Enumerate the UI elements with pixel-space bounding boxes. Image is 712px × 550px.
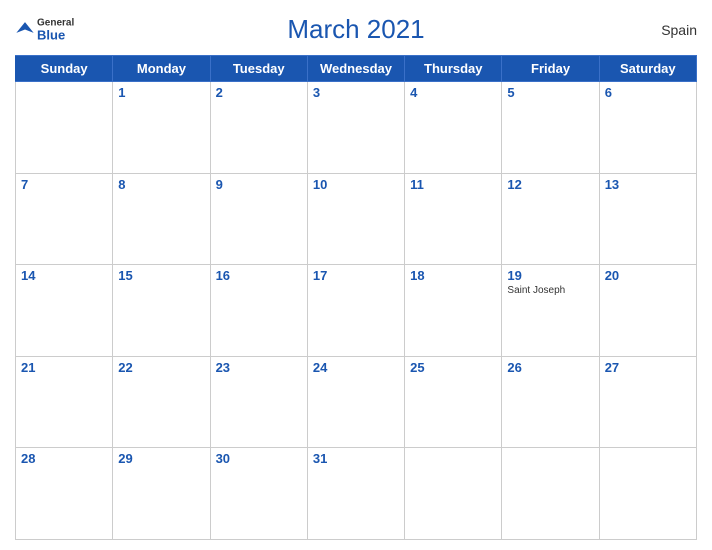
day-number: 27: [605, 360, 691, 375]
day-number: 8: [118, 177, 204, 192]
calendar-cell: 15: [113, 265, 210, 357]
logo-blue-text: Blue: [37, 28, 74, 41]
header: General Blue March 2021 Spain: [15, 10, 697, 49]
week-row-4: 21 22 23 24 25 26 27: [16, 356, 697, 448]
day-number: 21: [21, 360, 107, 375]
calendar-cell: 3: [307, 82, 404, 174]
calendar-cell: 31: [307, 448, 404, 540]
day-number: 6: [605, 85, 691, 100]
week-row-3: 14 15 16 17 18 19 Saint Joseph 20: [16, 265, 697, 357]
day-header-row: SundayMondayTuesdayWednesdayThursdayFrid…: [16, 56, 697, 82]
calendar-cell: 11: [405, 173, 502, 265]
day-header-wednesday: Wednesday: [307, 56, 404, 82]
calendar-cell: 6: [599, 82, 696, 174]
calendar-cell: 30: [210, 448, 307, 540]
calendar-cell: 29: [113, 448, 210, 540]
calendar-cell: 13: [599, 173, 696, 265]
week-row-5: 28 29 30 31: [16, 448, 697, 540]
calendar-cell: 10: [307, 173, 404, 265]
day-number: 15: [118, 268, 204, 283]
calendar-cell: 7: [16, 173, 113, 265]
calendar-cell: 19 Saint Joseph: [502, 265, 599, 357]
calendar-cell: 12: [502, 173, 599, 265]
calendar-cell: 28: [16, 448, 113, 540]
day-number: 3: [313, 85, 399, 100]
day-number: 20: [605, 268, 691, 283]
calendar-title: March 2021: [287, 14, 424, 45]
day-number: 11: [410, 177, 496, 192]
calendar-table: SundayMondayTuesdayWednesdayThursdayFrid…: [15, 55, 697, 540]
day-header-saturday: Saturday: [599, 56, 696, 82]
calendar-cell: 21: [16, 356, 113, 448]
calendar-cell: 18: [405, 265, 502, 357]
bird-icon: [15, 20, 35, 34]
calendar-cell: 23: [210, 356, 307, 448]
calendar-cell: 16: [210, 265, 307, 357]
day-number: 16: [216, 268, 302, 283]
calendar-cell: [502, 448, 599, 540]
day-header-tuesday: Tuesday: [210, 56, 307, 82]
day-number: 18: [410, 268, 496, 283]
day-header-monday: Monday: [113, 56, 210, 82]
day-number: 29: [118, 451, 204, 466]
day-number: 23: [216, 360, 302, 375]
day-number: 17: [313, 268, 399, 283]
day-number: 10: [313, 177, 399, 192]
calendar-cell: 1: [113, 82, 210, 174]
country-label: Spain: [661, 22, 697, 38]
calendar-cell: 17: [307, 265, 404, 357]
day-number: 26: [507, 360, 593, 375]
day-number: 31: [313, 451, 399, 466]
day-number: 4: [410, 85, 496, 100]
calendar-cell: 5: [502, 82, 599, 174]
calendar-cell: 27: [599, 356, 696, 448]
calendar-cell: 22: [113, 356, 210, 448]
day-number: 12: [507, 177, 593, 192]
calendar-cell: 25: [405, 356, 502, 448]
day-number: 19: [507, 268, 593, 283]
calendar-cell: 4: [405, 82, 502, 174]
calendar-cell: [405, 448, 502, 540]
calendar-cell: 8: [113, 173, 210, 265]
calendar-cell: 26: [502, 356, 599, 448]
day-header-sunday: Sunday: [16, 56, 113, 82]
day-number: 7: [21, 177, 107, 192]
page: General Blue March 2021 Spain SundayMond…: [0, 0, 712, 550]
day-number: 1: [118, 85, 204, 100]
day-number: 25: [410, 360, 496, 375]
calendar-cell: 24: [307, 356, 404, 448]
calendar-cell: 2: [210, 82, 307, 174]
day-number: 2: [216, 85, 302, 100]
day-number: 13: [605, 177, 691, 192]
day-header-friday: Friday: [502, 56, 599, 82]
day-number: 14: [21, 268, 107, 283]
week-row-2: 789 10 11 12 13: [16, 173, 697, 265]
day-number: 28: [21, 451, 107, 466]
week-row-1: 123456: [16, 82, 697, 174]
logo: General Blue: [15, 18, 74, 41]
calendar-cell: 14: [16, 265, 113, 357]
day-number: 24: [313, 360, 399, 375]
day-number: 5: [507, 85, 593, 100]
day-number: 30: [216, 451, 302, 466]
calendar-cell: 20: [599, 265, 696, 357]
day-number: 9: [216, 177, 302, 192]
event-label: Saint Joseph: [507, 285, 593, 296]
calendar-cell: [599, 448, 696, 540]
calendar-cell: 9: [210, 173, 307, 265]
day-number: 22: [118, 360, 204, 375]
calendar-cell: [16, 82, 113, 174]
day-header-thursday: Thursday: [405, 56, 502, 82]
